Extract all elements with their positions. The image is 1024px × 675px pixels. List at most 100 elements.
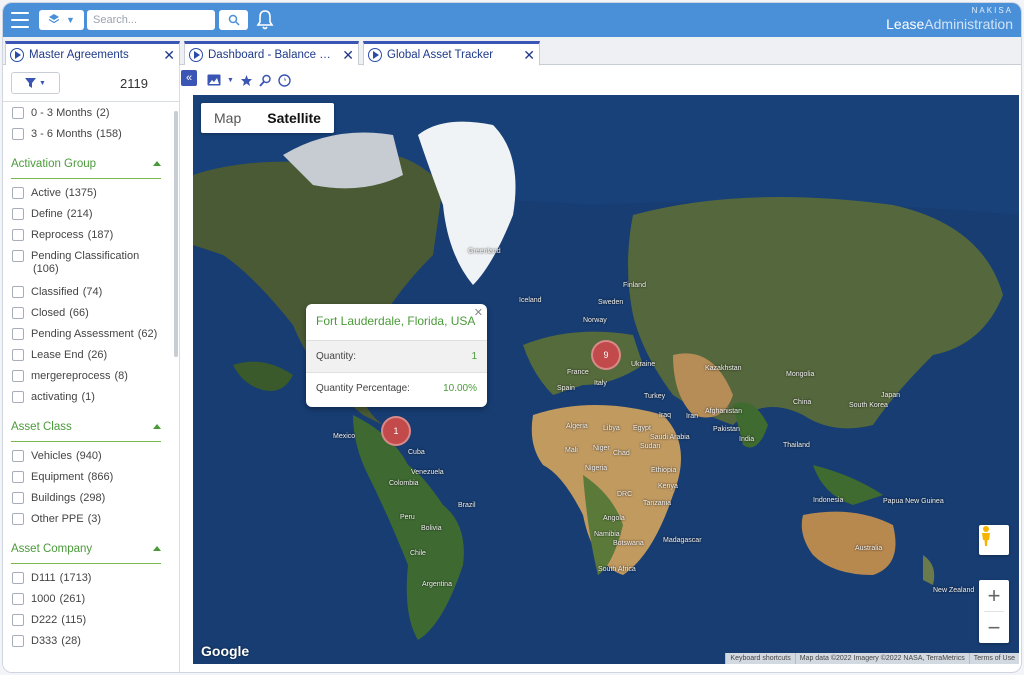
group-header-activation[interactable]: Activation Group — [11, 149, 161, 179]
option-label: Classified — [31, 286, 79, 298]
filter-option[interactable]: Pending Assessment (62) — [3, 328, 171, 349]
filter-option[interactable]: Other PPE (3) — [3, 513, 171, 534]
map-type-map[interactable]: Map — [201, 103, 254, 133]
option-count: (28) — [61, 635, 81, 647]
context-selector[interactable]: ▼ — [39, 10, 84, 30]
place-label: Australia — [855, 545, 883, 552]
place-label: Colombia — [389, 480, 419, 487]
place-label: Afghanistan — [705, 408, 742, 415]
option-count: (1713) — [59, 572, 92, 584]
checkbox[interactable] — [12, 187, 24, 199]
checkbox[interactable] — [12, 349, 24, 361]
caret-down-icon[interactable]: ▼ — [227, 77, 234, 84]
pin-star-icon[interactable] — [240, 74, 253, 87]
filter-button[interactable]: ▼ — [11, 72, 60, 94]
checkbox[interactable] — [12, 128, 24, 140]
checkbox[interactable] — [12, 307, 24, 319]
filter-option[interactable]: 3 - 6 Months (158) — [3, 128, 171, 149]
close-icon[interactable]: ✕ — [474, 306, 483, 319]
terms-of-use-link[interactable]: Terms of Use — [968, 653, 1019, 664]
filter-option[interactable]: Buildings (298) — [3, 492, 171, 513]
option-count: (115) — [61, 614, 87, 626]
close-icon[interactable]: ✕ — [523, 48, 535, 62]
chevron-up-icon[interactable] — [153, 161, 161, 166]
compass-icon[interactable] — [278, 73, 291, 87]
tab-label: Dashboard - Balance Re... — [208, 48, 337, 61]
chevron-up-icon[interactable] — [153, 424, 161, 429]
filter-option[interactable]: Reprocess (187) — [3, 229, 171, 250]
chevron-up-icon[interactable] — [153, 546, 161, 551]
checkbox[interactable] — [12, 492, 24, 504]
search-button[interactable] — [219, 10, 248, 30]
group-header-asset-class[interactable]: Asset Class — [11, 412, 161, 442]
filter-option[interactable]: Pending Classification (106) — [3, 250, 171, 286]
filter-option[interactable]: Vehicles (940) — [3, 450, 171, 471]
checkbox[interactable] — [12, 250, 24, 262]
checkbox[interactable] — [12, 229, 24, 241]
checkbox[interactable] — [12, 286, 24, 298]
tab-global-asset-tracker[interactable]: Global Asset Tracker ✕ — [363, 41, 540, 66]
filter-option[interactable]: Lease End (26) — [3, 349, 171, 370]
place-label: Iraq — [659, 412, 672, 419]
checkbox[interactable] — [12, 635, 24, 647]
filter-option[interactable]: D333 (28) — [3, 635, 171, 656]
close-icon[interactable]: ✕ — [342, 48, 354, 62]
filter-icon — [25, 78, 37, 88]
option-count: (74) — [82, 286, 103, 298]
brand-sub: Administration — [924, 16, 1013, 32]
option-count: (2) — [96, 107, 110, 119]
checkbox[interactable] — [12, 572, 24, 584]
tab-dashboard[interactable]: Dashboard - Balance Re... ✕ — [184, 41, 359, 65]
filter-option[interactable]: Define (214) — [3, 208, 171, 229]
checkbox[interactable] — [12, 107, 24, 119]
search-location-icon[interactable] — [259, 74, 272, 87]
world-map[interactable]: Greenland Iceland Sweden Finland Norway … — [193, 95, 1019, 664]
filter-option[interactable]: activating (1) — [3, 391, 171, 412]
option-count: (3) — [87, 513, 102, 525]
image-icon[interactable] — [207, 74, 221, 86]
checkbox[interactable] — [12, 328, 24, 340]
checkbox[interactable] — [12, 370, 24, 382]
filter-option[interactable]: 0 - 3 Months (2) — [3, 107, 171, 128]
cluster-marker[interactable]: 9 — [591, 340, 621, 370]
option-count: (62) — [137, 328, 158, 340]
close-icon[interactable]: ✕ — [163, 48, 175, 62]
place-label: Namibia — [594, 531, 620, 538]
search-input[interactable] — [87, 10, 215, 30]
checkbox[interactable] — [12, 471, 24, 483]
filter-option[interactable]: Active (1375) — [3, 187, 171, 208]
filter-option[interactable]: mergereprocess (8) — [3, 370, 171, 391]
notification-bell-icon[interactable] — [255, 9, 275, 31]
checkbox[interactable] — [12, 450, 24, 462]
filter-option[interactable]: D222 (115) — [3, 614, 171, 635]
place-label: South Africa — [598, 566, 636, 573]
filter-option[interactable]: Closed (66) — [3, 307, 171, 328]
filter-option[interactable]: 1000 (261) — [3, 593, 171, 614]
filter-option[interactable]: Classified (74) — [3, 286, 171, 307]
sidebar-scrollbar[interactable] — [174, 111, 178, 357]
hamburger-menu-icon[interactable] — [11, 12, 29, 28]
zoom-in-button[interactable]: + — [979, 580, 1009, 611]
checkbox[interactable] — [12, 208, 24, 220]
zoom-out-button[interactable]: − — [979, 612, 1009, 643]
filter-option[interactable]: Equipment (866) — [3, 471, 171, 492]
collapse-sidebar-button[interactable]: « — [181, 70, 197, 86]
group-header-asset-company[interactable]: Asset Company — [11, 534, 161, 564]
checkbox[interactable] — [12, 614, 24, 626]
filter-option[interactable]: D111 (1713) — [3, 572, 171, 593]
tab-bar: Master Agreements ✕ Dashboard - Balance … — [3, 37, 1021, 66]
checkbox[interactable] — [12, 513, 24, 525]
map-type-satellite[interactable]: Satellite — [254, 103, 334, 133]
layers-icon — [48, 13, 60, 27]
place-label: Chile — [410, 550, 426, 557]
popup-title: Fort Lauderdale, Florida, USA — [316, 314, 476, 328]
tab-master-agreements[interactable]: Master Agreements ✕ — [5, 41, 180, 65]
keyboard-shortcuts-link[interactable]: Keyboard shortcuts — [725, 653, 795, 664]
street-view-pegman-icon[interactable] — [979, 525, 1009, 555]
option-label: Vehicles — [31, 450, 72, 462]
cluster-marker[interactable]: 1 — [381, 416, 411, 446]
top-bar: ▼ NAKISA LeaseAdministration — [3, 3, 1021, 37]
checkbox[interactable] — [12, 391, 24, 403]
checkbox[interactable] — [12, 593, 24, 605]
option-label: Pending Assessment — [31, 328, 134, 340]
